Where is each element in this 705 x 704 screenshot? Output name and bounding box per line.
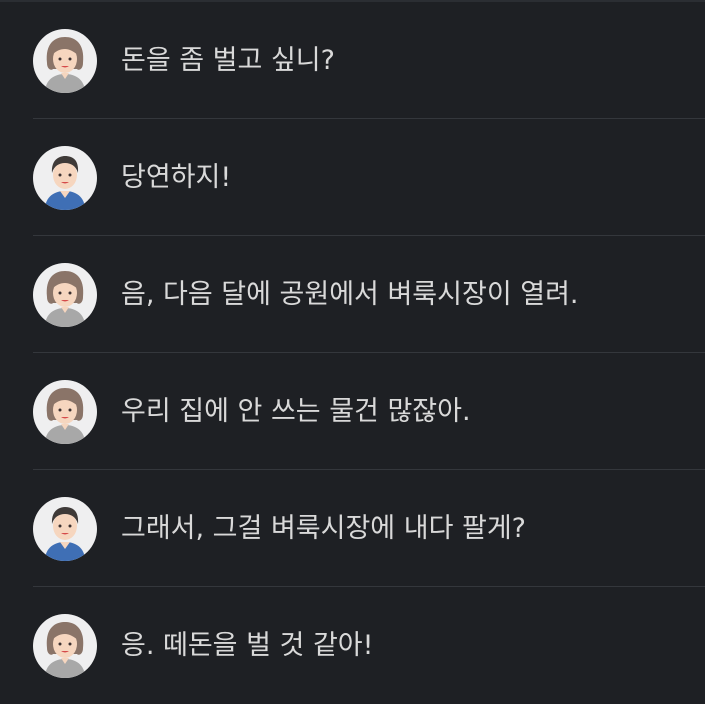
woman-avatar-icon [33,614,97,678]
message-row: 그래서, 그걸 벼룩시장에 내다 팔게? [0,470,705,587]
woman-avatar-icon [33,380,97,444]
woman-avatar-icon [33,29,97,93]
message-text: 그래서, 그걸 벼룩시장에 내다 팔게? [121,513,527,544]
message-row: 음, 다음 달에 공원에서 벼룩시장이 열려. [0,236,705,353]
man-avatar-icon [33,497,97,561]
message-list: 돈을 좀 벌고 싶니? 당연하지! 음, 다음 달에 공원에서 벼룩시장이 열려… [0,2,705,704]
message-row: 돈을 좀 벌고 싶니? [0,2,705,119]
message-text: 당연하지! [121,162,232,193]
message-row: 당연하지! [0,119,705,236]
message-row: 응. 떼돈을 벌 것 같아! [0,587,705,704]
woman-avatar-icon [33,263,97,327]
message-text: 돈을 좀 벌고 싶니? [121,45,335,76]
message-row: 우리 집에 안 쓰는 물건 많잖아. [0,353,705,470]
message-text: 우리 집에 안 쓰는 물건 많잖아. [121,396,471,427]
message-text: 응. 떼돈을 벌 것 같아! [121,630,374,661]
man-avatar-icon [33,146,97,210]
message-text: 음, 다음 달에 공원에서 벼룩시장이 열려. [121,279,579,310]
